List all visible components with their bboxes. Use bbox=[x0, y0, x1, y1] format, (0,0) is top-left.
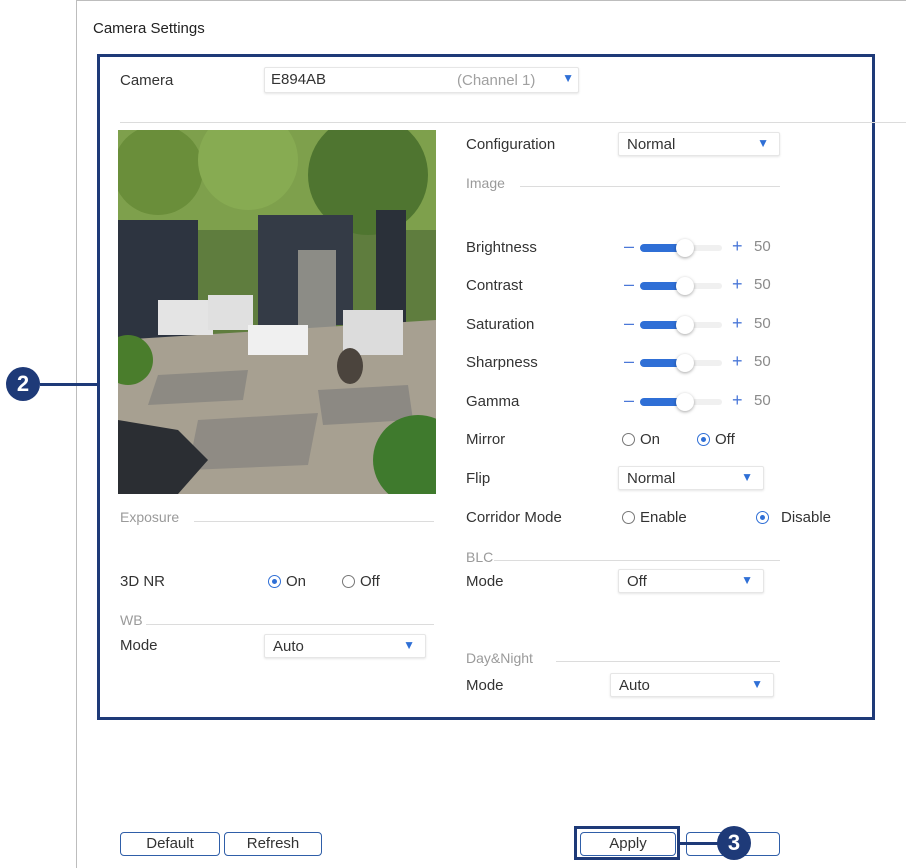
flip-value: Normal bbox=[627, 470, 676, 487]
plus-icon[interactable]: + bbox=[732, 390, 743, 411]
corridor-disable-label: Disable bbox=[781, 509, 832, 526]
3dnr-on-label: On bbox=[286, 573, 307, 590]
chevron-down-icon: ▼ bbox=[741, 573, 753, 587]
radio-selected-icon bbox=[268, 575, 281, 588]
3dnr-on-radio[interactable]: On bbox=[268, 573, 306, 590]
radio-unselected-icon bbox=[622, 433, 635, 446]
slider-label-saturation: Saturation bbox=[466, 316, 535, 333]
sharpness-value: 50 bbox=[754, 353, 771, 370]
slider-handle[interactable] bbox=[676, 239, 694, 257]
saturation-slider[interactable]: – + 50 bbox=[624, 313, 784, 335]
camera-select-value: E894AB bbox=[271, 71, 327, 88]
daynight-section-rule bbox=[556, 661, 780, 662]
default-button[interactable]: Default bbox=[120, 832, 220, 856]
gamma-slider[interactable]: – + 50 bbox=[624, 390, 784, 412]
blc-section-rule bbox=[494, 560, 780, 561]
corridor-enable-radio[interactable]: Enable bbox=[622, 509, 687, 526]
plus-icon[interactable]: + bbox=[732, 274, 743, 295]
apply-button[interactable]: Apply bbox=[580, 832, 676, 856]
contrast-value: 50 bbox=[754, 276, 771, 293]
minus-icon[interactable]: – bbox=[624, 236, 634, 257]
corridor-mode-label: Corridor Mode bbox=[466, 509, 562, 526]
3dnr-off-radio[interactable]: Off bbox=[342, 573, 380, 590]
radio-selected-icon bbox=[756, 511, 769, 524]
minus-icon[interactable]: – bbox=[624, 390, 634, 411]
flip-label: Flip bbox=[466, 470, 491, 487]
wb-mode-select[interactable]: Auto ▼ bbox=[264, 634, 426, 658]
plus-icon[interactable]: + bbox=[732, 351, 743, 372]
wb-section-label: WB bbox=[120, 612, 143, 628]
divider bbox=[120, 122, 906, 123]
mirror-label: Mirror bbox=[466, 431, 506, 448]
slider-label-sharpness: Sharpness bbox=[466, 354, 538, 371]
slider-label-contrast: Contrast bbox=[466, 277, 523, 294]
configuration-value: Normal bbox=[627, 136, 676, 153]
brightness-value: 50 bbox=[754, 238, 771, 255]
slider-handle[interactable] bbox=[676, 316, 694, 334]
radio-selected-icon bbox=[697, 433, 710, 446]
mirror-on-label: On bbox=[640, 431, 661, 448]
wb-mode-value: Auto bbox=[273, 638, 304, 655]
exposure-section-label: Exposure bbox=[120, 509, 180, 525]
callout-2-leader bbox=[40, 383, 98, 386]
corridor-disable-radio[interactable]: Disable bbox=[756, 509, 831, 526]
brightness-slider[interactable]: – + 50 bbox=[624, 236, 784, 258]
mirror-off-radio[interactable]: Off bbox=[697, 431, 735, 448]
refresh-button[interactable]: Refresh bbox=[224, 832, 322, 856]
slider-handle[interactable] bbox=[676, 354, 694, 372]
minus-icon[interactable]: – bbox=[624, 351, 634, 372]
configuration-select[interactable]: Normal ▼ bbox=[618, 132, 780, 156]
radio-unselected-icon bbox=[622, 511, 635, 524]
camera-label: Camera bbox=[120, 72, 174, 89]
chevron-down-icon: ▼ bbox=[757, 136, 769, 150]
plus-icon[interactable]: + bbox=[732, 236, 743, 257]
configuration-label: Configuration bbox=[466, 136, 556, 153]
saturation-value: 50 bbox=[754, 315, 771, 332]
blc-mode-value: Off bbox=[627, 573, 647, 590]
chevron-down-icon: ▼ bbox=[403, 638, 415, 652]
daynight-mode-select[interactable]: Auto ▼ bbox=[610, 673, 774, 697]
minus-icon[interactable]: – bbox=[624, 313, 634, 334]
gamma-value: 50 bbox=[754, 392, 771, 409]
callout-3-badge: 3 bbox=[717, 826, 751, 860]
blc-mode-label: Mode bbox=[466, 573, 504, 590]
slider-label-gamma: Gamma bbox=[466, 393, 520, 410]
page-title: Camera Settings bbox=[93, 20, 205, 37]
wb-mode-label: Mode bbox=[120, 637, 158, 654]
camera-select[interactable]: E894AB (Channel 1) ▼ bbox=[264, 67, 579, 93]
corridor-enable-label: Enable bbox=[640, 509, 687, 526]
flip-select[interactable]: Normal ▼ bbox=[618, 466, 764, 490]
slider-handle[interactable] bbox=[676, 277, 694, 295]
exposure-section-rule bbox=[194, 521, 434, 522]
mirror-on-radio[interactable]: On bbox=[622, 431, 660, 448]
sharpness-slider[interactable]: – + 50 bbox=[624, 351, 784, 373]
plus-icon[interactable]: + bbox=[732, 313, 743, 334]
blc-mode-select[interactable]: Off ▼ bbox=[618, 569, 764, 593]
chevron-down-icon: ▼ bbox=[741, 470, 753, 484]
minus-icon[interactable]: – bbox=[624, 274, 634, 295]
wb-section-rule bbox=[146, 624, 434, 625]
daynight-mode-label: Mode bbox=[466, 677, 504, 694]
slider-handle[interactable] bbox=[676, 393, 694, 411]
radio-unselected-icon bbox=[342, 575, 355, 588]
mirror-off-label: Off bbox=[715, 431, 735, 448]
blc-section-label: BLC bbox=[466, 549, 494, 565]
image-section-label: Image bbox=[466, 175, 505, 191]
camera-preview-image bbox=[118, 130, 436, 494]
chevron-down-icon: ▼ bbox=[751, 677, 763, 691]
daynight-mode-value: Auto bbox=[619, 677, 650, 694]
camera-channel: (Channel 1) bbox=[457, 72, 536, 89]
3dnr-off-label: Off bbox=[360, 573, 380, 590]
daynight-section-label: Day&Night bbox=[466, 650, 533, 666]
image-section-rule bbox=[520, 186, 780, 187]
slider-label-brightness: Brightness bbox=[466, 239, 537, 256]
contrast-slider[interactable]: – + 50 bbox=[624, 274, 784, 296]
callout-3-leader bbox=[680, 842, 720, 845]
chevron-down-icon: ▼ bbox=[562, 71, 574, 85]
3dnr-label: 3D NR bbox=[120, 573, 166, 590]
callout-2-badge: 2 bbox=[6, 367, 40, 401]
